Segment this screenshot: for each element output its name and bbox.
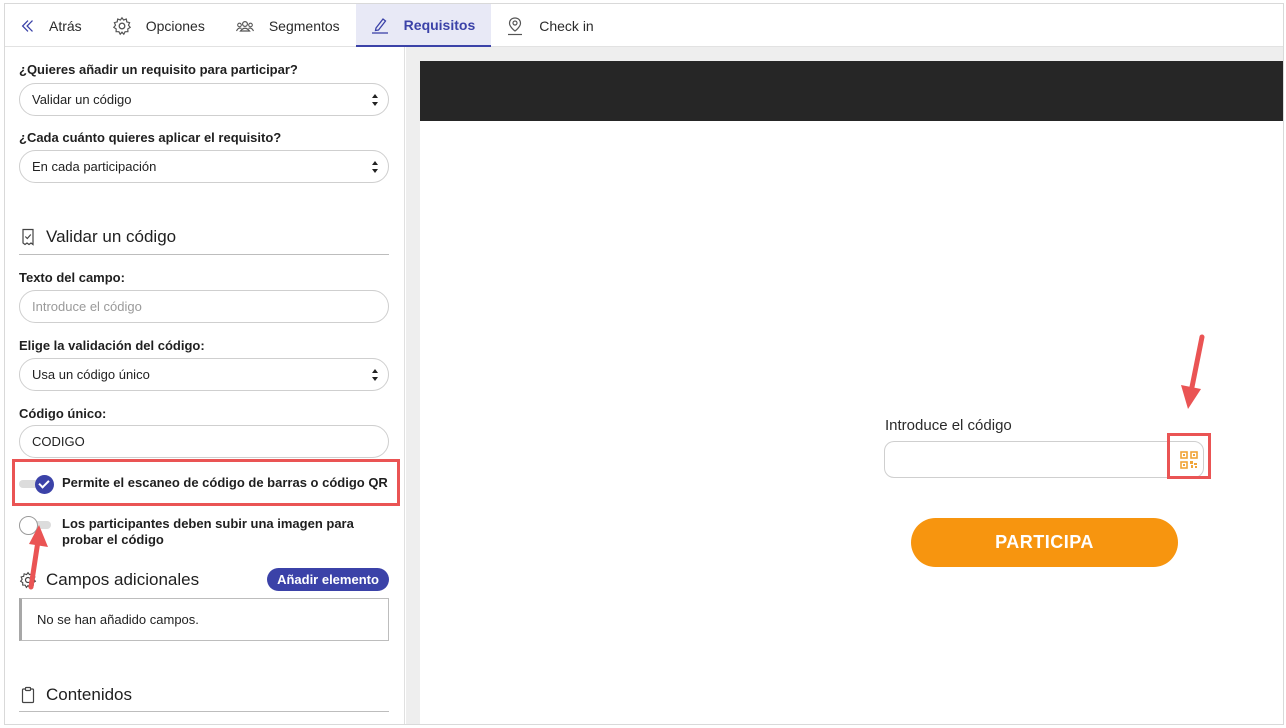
settings-panel: ¿Quieres añadir un requisito para partic…	[5, 47, 405, 724]
users-group-icon	[235, 20, 254, 32]
participate-button[interactable]: PARTICIPA	[911, 518, 1178, 567]
contents-section-title: Contenidos	[19, 680, 389, 710]
qr-code-icon[interactable]	[1180, 451, 1198, 469]
add-element-button[interactable]: Añadir elemento	[267, 568, 389, 591]
unique-code-value: CODIGO	[32, 434, 85, 449]
contents-label: Contenidos	[46, 685, 133, 704]
ticket-check-icon	[22, 228, 34, 246]
validation-label: Elige la validación del código:	[19, 338, 205, 353]
field-text-label: Texto del campo:	[19, 270, 125, 285]
tab-requirements[interactable]: Requisitos	[355, 4, 492, 47]
image-toggle-label-line2: probar el código	[62, 532, 164, 547]
preview-banner	[420, 61, 1283, 121]
tab-checkin-label: Check in	[539, 17, 594, 34]
image-toggle[interactable]	[19, 516, 55, 535]
section-divider	[19, 711, 389, 712]
preview-code-input[interactable]	[884, 441, 1204, 478]
validate-code-section-label: Validar un código	[46, 227, 177, 246]
tab-back[interactable]: Atrás	[5, 4, 98, 47]
tab-checkin[interactable]: Check in	[491, 4, 609, 47]
tab-options-label: Opciones	[145, 17, 205, 34]
frequency-select-value: En cada participación	[32, 159, 157, 174]
field-text-placeholder: Introduce el código	[32, 299, 142, 314]
select-caret-icon	[372, 369, 378, 381]
image-toggle-label-line1: Los participantes deben subir una imagen…	[62, 516, 354, 531]
annotation-arrow-icon	[1181, 334, 1205, 409]
unique-code-label: Código único:	[19, 406, 107, 421]
tab-segments[interactable]: Segmentos	[221, 4, 356, 47]
tab-requirements-label: Requisitos	[403, 16, 476, 33]
preview-page: Introduce el código PARTICIPA	[420, 61, 1283, 724]
validation-select[interactable]: Usa un código único	[19, 358, 389, 391]
check-icon	[35, 475, 54, 494]
tab-options[interactable]: Opciones	[98, 4, 221, 47]
select-caret-icon	[372, 94, 378, 106]
preview-input-label: Introduce el código	[885, 417, 1012, 434]
double-chevron-left-icon	[21, 19, 33, 32]
validation-select-value: Usa un código único	[32, 367, 150, 382]
gear-icon	[19, 571, 37, 589]
scan-toggle-row: Permite el escaneo de código de barras o…	[19, 475, 388, 494]
section-divider	[19, 254, 389, 255]
location-person-icon	[508, 16, 523, 35]
requirement-select[interactable]: Validar un código	[19, 83, 389, 116]
extra-fields-section-title: Campos adicionales	[19, 565, 259, 595]
no-fields-text: No se han añadido campos.	[37, 612, 199, 627]
clipboard-icon	[21, 686, 35, 704]
tab-segments-label: Segmentos	[268, 17, 340, 34]
requirement-select-value: Validar un código	[32, 92, 132, 107]
signature-icon	[371, 17, 388, 34]
tab-back-label: Atrás	[49, 17, 82, 34]
scan-toggle-label: Permite el escaneo de código de barras o…	[62, 475, 388, 490]
frequency-question-label: ¿Cada cuánto quieres aplicar el requisit…	[19, 130, 282, 145]
select-caret-icon	[372, 161, 378, 173]
requirement-question-label: ¿Quieres añadir un requisito para partic…	[19, 62, 298, 77]
preview-area: Introduce el código PARTICIPA	[406, 47, 1283, 724]
unique-code-input[interactable]: CODIGO	[19, 425, 389, 458]
extra-fields-empty-box: No se han añadido campos.	[19, 598, 389, 641]
validate-code-section-title: Validar un código	[19, 222, 389, 252]
image-toggle-row: Los participantes deben subir una imagen…	[19, 516, 354, 548]
gear-icon	[112, 16, 131, 35]
image-toggle-label: Los participantes deben subir una imagen…	[62, 516, 354, 548]
toggle-knob	[19, 516, 38, 535]
top-nav: Atrás Opciones Segmentos Requisitos Chec…	[5, 4, 1283, 47]
scan-toggle[interactable]	[19, 475, 55, 494]
field-text-input[interactable]: Introduce el código	[19, 290, 389, 323]
app-frame: Atrás Opciones Segmentos Requisitos Chec…	[4, 3, 1284, 725]
frequency-select[interactable]: En cada participación	[19, 150, 389, 183]
extra-fields-label: Campos adicionales	[46, 570, 200, 589]
